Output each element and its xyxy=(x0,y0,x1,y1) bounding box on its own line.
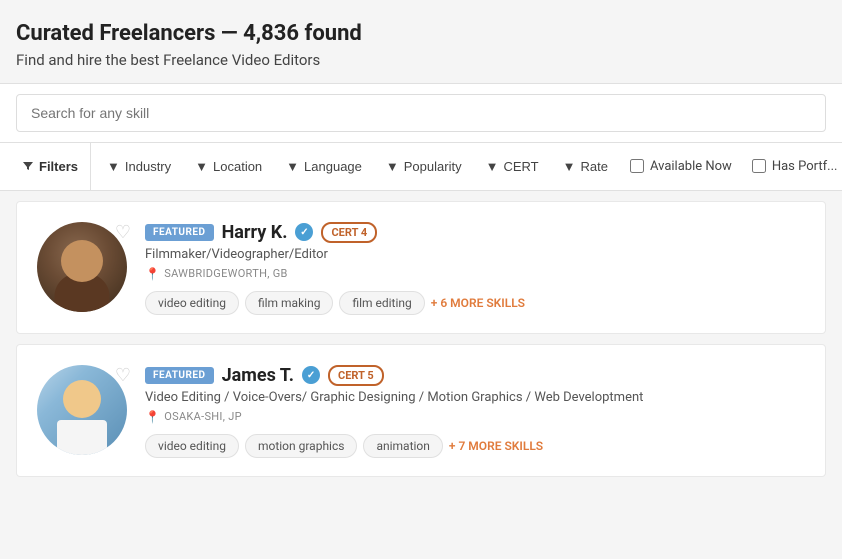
has-portfolio-filter[interactable]: Has Portf... xyxy=(742,153,842,180)
filter-industry-label: Industry xyxy=(125,159,171,174)
filter-arrow-icon: ▼ xyxy=(107,159,120,174)
card-top-row-james: FEATURED James T. ✓ CERT 5 xyxy=(145,365,805,386)
filters-label: Filters xyxy=(39,159,78,174)
search-input[interactable] xyxy=(16,94,826,132)
filters-main-button[interactable]: Filters xyxy=(10,143,91,190)
filter-popularity-label: Popularity xyxy=(404,159,462,174)
more-skills-harry[interactable]: + 6 MORE SKILLS xyxy=(431,296,525,310)
page-title: Curated Freelancers — 4,836 found xyxy=(16,20,826,49)
filter-arrow-icon: ▼ xyxy=(563,159,576,174)
freelancer-title-james: Video Editing / Voice-Overs/ Graphic Des… xyxy=(145,390,805,405)
filter-rate-button[interactable]: ▼ Rate xyxy=(551,143,620,190)
skill-tag[interactable]: film editing xyxy=(339,291,424,315)
filter-popularity-button[interactable]: ▼ Popularity xyxy=(374,143,474,190)
skill-tag[interactable]: animation xyxy=(363,434,442,458)
verified-icon-harry: ✓ xyxy=(295,223,313,241)
filter-location-label: Location xyxy=(213,159,262,174)
favorite-harry-button[interactable]: ♡ xyxy=(115,222,131,243)
featured-badge-james: FEATURED xyxy=(145,367,214,384)
filters-bar: Filters ▼ Industry ▼ Location ▼ Language… xyxy=(0,143,842,191)
available-now-label: Available Now xyxy=(650,159,732,174)
freelancer-card-james: ♡ FEATURED James T. ✓ CERT 5 Video Editi… xyxy=(16,344,826,477)
skill-tag[interactable]: motion graphics xyxy=(245,434,358,458)
filter-arrow-icon: ▼ xyxy=(386,159,399,174)
skill-tag[interactable]: film making xyxy=(245,291,333,315)
location-text-harry: SAWBRIDGEWORTH, GB xyxy=(164,267,287,280)
freelancer-name-james[interactable]: James T. xyxy=(222,365,294,386)
freelancer-name-harry[interactable]: Harry K. xyxy=(222,222,288,243)
avatar-wrap-james: ♡ xyxy=(37,365,127,458)
avatar-harry xyxy=(37,222,127,312)
skills-row-harry: video editing film making film editing +… xyxy=(145,291,805,315)
filter-arrow-icon: ▼ xyxy=(286,159,299,174)
filter-language-label: Language xyxy=(304,159,362,174)
freelancer-card-harry: ♡ FEATURED Harry K. ✓ CERT 4 Filmmaker/V… xyxy=(16,201,826,334)
available-now-filter[interactable]: Available Now xyxy=(620,153,742,180)
filter-language-button[interactable]: ▼ Language xyxy=(274,143,374,190)
search-section xyxy=(0,83,842,143)
available-now-checkbox[interactable] xyxy=(630,159,644,173)
filter-cert-button[interactable]: ▼ CERT xyxy=(474,143,551,190)
filter-rate-label: Rate xyxy=(580,159,607,174)
filter-location-button[interactable]: ▼ Location xyxy=(183,143,274,190)
verified-icon-james: ✓ xyxy=(302,366,320,384)
skills-row-james: video editing motion graphics animation … xyxy=(145,434,805,458)
cert-badge-harry: CERT 4 xyxy=(321,222,377,243)
location-pin-icon: 📍 xyxy=(145,267,160,281)
location-pin-icon: 📍 xyxy=(145,410,160,424)
skill-tag[interactable]: video editing xyxy=(145,291,239,315)
has-portfolio-checkbox[interactable] xyxy=(752,159,766,173)
location-text-james: OSAKA-SHI, JP xyxy=(164,410,242,423)
skill-tag[interactable]: video editing xyxy=(145,434,239,458)
has-portfolio-label: Has Portf... xyxy=(772,159,838,174)
card-content-harry: FEATURED Harry K. ✓ CERT 4 Filmmaker/Vid… xyxy=(145,222,805,315)
freelancer-location-harry: 📍 SAWBRIDGEWORTH, GB xyxy=(145,267,805,281)
header-section: Curated Freelancers — 4,836 found Find a… xyxy=(0,0,842,83)
filter-funnel-icon xyxy=(22,160,34,172)
favorite-james-button[interactable]: ♡ xyxy=(115,365,131,386)
avatar-wrap-harry: ♡ xyxy=(37,222,127,315)
filter-industry-button[interactable]: ▼ Industry xyxy=(95,143,183,190)
avatar-james xyxy=(37,365,127,455)
page-subtitle: Find and hire the best Freelance Video E… xyxy=(16,51,826,69)
filter-arrow-icon: ▼ xyxy=(486,159,499,174)
freelancer-location-james: 📍 OSAKA-SHI, JP xyxy=(145,410,805,424)
more-skills-james[interactable]: + 7 MORE SKILLS xyxy=(449,439,543,453)
cert-badge-james: CERT 5 xyxy=(328,365,384,386)
freelancer-title-harry: Filmmaker/Videographer/Editor xyxy=(145,247,805,262)
card-content-james: FEATURED James T. ✓ CERT 5 Video Editing… xyxy=(145,365,805,458)
filter-arrow-icon: ▼ xyxy=(195,159,208,174)
freelancers-list: ♡ FEATURED Harry K. ✓ CERT 4 Filmmaker/V… xyxy=(0,191,842,497)
card-top-row-harry: FEATURED Harry K. ✓ CERT 4 xyxy=(145,222,805,243)
filter-cert-label: CERT xyxy=(503,159,538,174)
featured-badge-harry: FEATURED xyxy=(145,224,214,241)
